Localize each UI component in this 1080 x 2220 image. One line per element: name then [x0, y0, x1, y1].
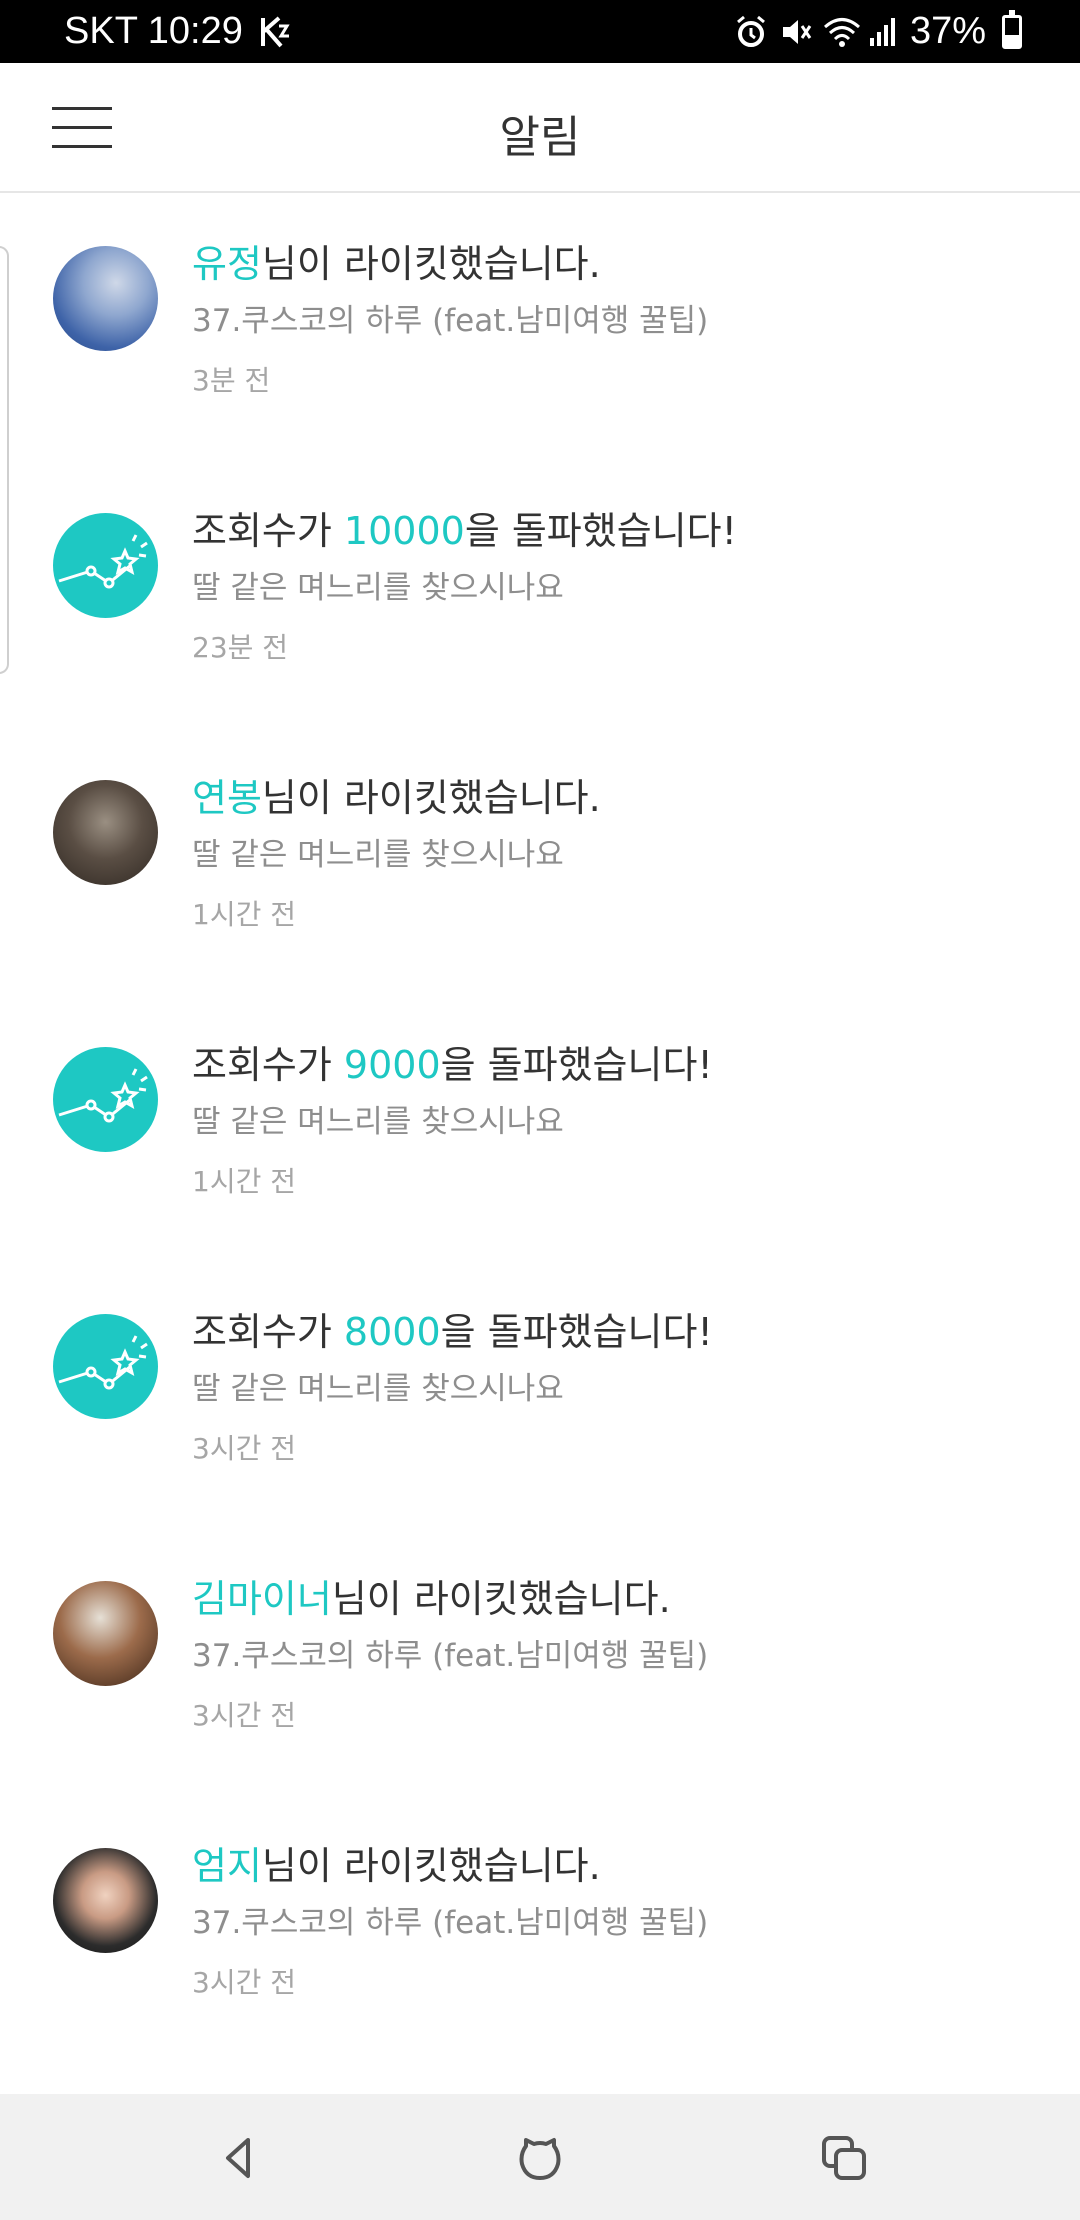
post-title: 37.쿠스코의 하루 (feat.남미여행 꿀팁)	[192, 1905, 709, 1941]
notification-title: 김마이너님이 라이킷했습니다.	[192, 1574, 1052, 1624]
notification-item[interactable]: 김마이너님이 라이킷했습니다. 37.쿠스코의 하루 (feat.남미여행 꿀팁…	[0, 1528, 1080, 1795]
username[interactable]: 유정	[192, 242, 262, 286]
battery-percent: 37%	[909, 10, 986, 52]
notification-prefix: 조회수가	[192, 509, 344, 553]
recents-icon[interactable]	[816, 2130, 872, 2186]
username[interactable]: 엄지	[192, 1844, 262, 1888]
battery-level	[1005, 35, 1019, 46]
notification-item[interactable]: 연봉님이 라이킷했습니다. 딸 같은 며느리를 찾으시나요 1시간 전	[0, 727, 1080, 994]
notification-title: 연봉님이 라이킷했습니다.	[192, 773, 1052, 823]
view-count: 8000	[343, 1310, 441, 1354]
avatar[interactable]	[53, 780, 158, 885]
username[interactable]: 연봉	[192, 776, 262, 820]
views-milestone-icon	[53, 1047, 158, 1152]
notification-message: 을 돌파했습니다!	[440, 1043, 713, 1087]
views-milestone-icon	[53, 513, 158, 618]
timestamp: 1시간 전	[192, 1165, 296, 1198]
cell-signal-icon	[866, 12, 900, 52]
post-title: 37.쿠스코의 하루 (feat.남미여행 꿀팁)	[192, 1638, 709, 1674]
notification-item[interactable]: 엄지님이 라이킷했습니다. 37.쿠스코의 하루 (feat.남미여행 꿀팁) …	[0, 1795, 1080, 2062]
page-title: 알림	[499, 112, 581, 163]
notification-message: 님이 라이킷했습니다.	[261, 776, 601, 820]
view-count: 9000	[343, 1043, 441, 1087]
carrier-time: SKT 10:29	[64, 10, 243, 52]
notification-prefix: 조회수가	[192, 1043, 344, 1087]
username[interactable]: 김마이너	[192, 1577, 332, 1621]
post-title: 딸 같은 며느리를 찾으시나요	[192, 837, 564, 873]
notification-prefix: 조회수가	[192, 1310, 344, 1354]
avatar[interactable]	[53, 1848, 158, 1953]
view-count: 10000	[343, 509, 465, 553]
timestamp: 3시간 전	[192, 1432, 296, 1465]
back-icon[interactable]	[210, 2130, 266, 2186]
notification-item[interactable]: 조회수가 8000을 돌파했습니다! 딸 같은 며느리를 찾으시나요 3시간 전	[0, 1261, 1080, 1528]
timestamp: 3시간 전	[192, 1699, 296, 1732]
system-nav-bar	[0, 2094, 1080, 2220]
status-bar: SKT 10:29 37%	[0, 0, 1080, 63]
app-bar: 알림	[0, 63, 1080, 193]
notification-title: 조회수가 9000을 돌파했습니다!	[192, 1040, 1052, 1090]
timestamp: 3시간 전	[192, 1966, 296, 1999]
notification-title: 조회수가 10000을 돌파했습니다!	[192, 506, 1052, 556]
notification-message: 을 돌파했습니다!	[464, 509, 737, 553]
post-title: 37.쿠스코의 하루 (feat.남미여행 꿀팁)	[192, 303, 709, 339]
notification-message: 님이 라이킷했습니다.	[331, 1577, 671, 1621]
post-title: 딸 같은 며느리를 찾으시나요	[192, 1104, 564, 1140]
notification-message: 을 돌파했습니다!	[440, 1310, 713, 1354]
post-title: 딸 같은 며느리를 찾으시나요	[192, 1371, 564, 1407]
alarm-icon	[734, 12, 768, 52]
notification-list: 유정님이 라이킷했습니다. 37.쿠스코의 하루 (feat.남미여행 꿀팁) …	[0, 193, 1080, 2062]
mute-icon	[778, 12, 812, 52]
notification-message: 님이 라이킷했습니다.	[261, 1844, 601, 1888]
notification-message: 님이 라이킷했습니다.	[261, 242, 601, 286]
timestamp: 3분 전	[192, 364, 271, 397]
timestamp: 23분 전	[192, 631, 289, 664]
avatar[interactable]	[53, 246, 158, 351]
notification-item[interactable]: 조회수가 10000을 돌파했습니다! 딸 같은 며느리를 찾으시나요 23분 …	[0, 460, 1080, 727]
post-title: 딸 같은 며느리를 찾으시나요	[192, 570, 564, 606]
avatar[interactable]	[53, 1581, 158, 1686]
notification-title: 조회수가 8000을 돌파했습니다!	[192, 1307, 1052, 1357]
notification-item[interactable]: 유정님이 라이킷했습니다. 37.쿠스코의 하루 (feat.남미여행 꿀팁) …	[0, 193, 1080, 460]
home-icon[interactable]	[512, 2130, 568, 2186]
notification-item[interactable]: 조회수가 9000을 돌파했습니다! 딸 같은 며느리를 찾으시나요 1시간 전	[0, 994, 1080, 1261]
battery-icon	[1002, 9, 1022, 49]
notification-title: 엄지님이 라이킷했습니다.	[192, 1841, 1052, 1891]
notification-title: 유정님이 라이킷했습니다.	[192, 239, 1052, 289]
wifi-icon	[822, 12, 860, 52]
signal-k-icon	[257, 12, 291, 52]
views-milestone-icon	[53, 1314, 158, 1419]
timestamp: 1시간 전	[192, 898, 296, 931]
